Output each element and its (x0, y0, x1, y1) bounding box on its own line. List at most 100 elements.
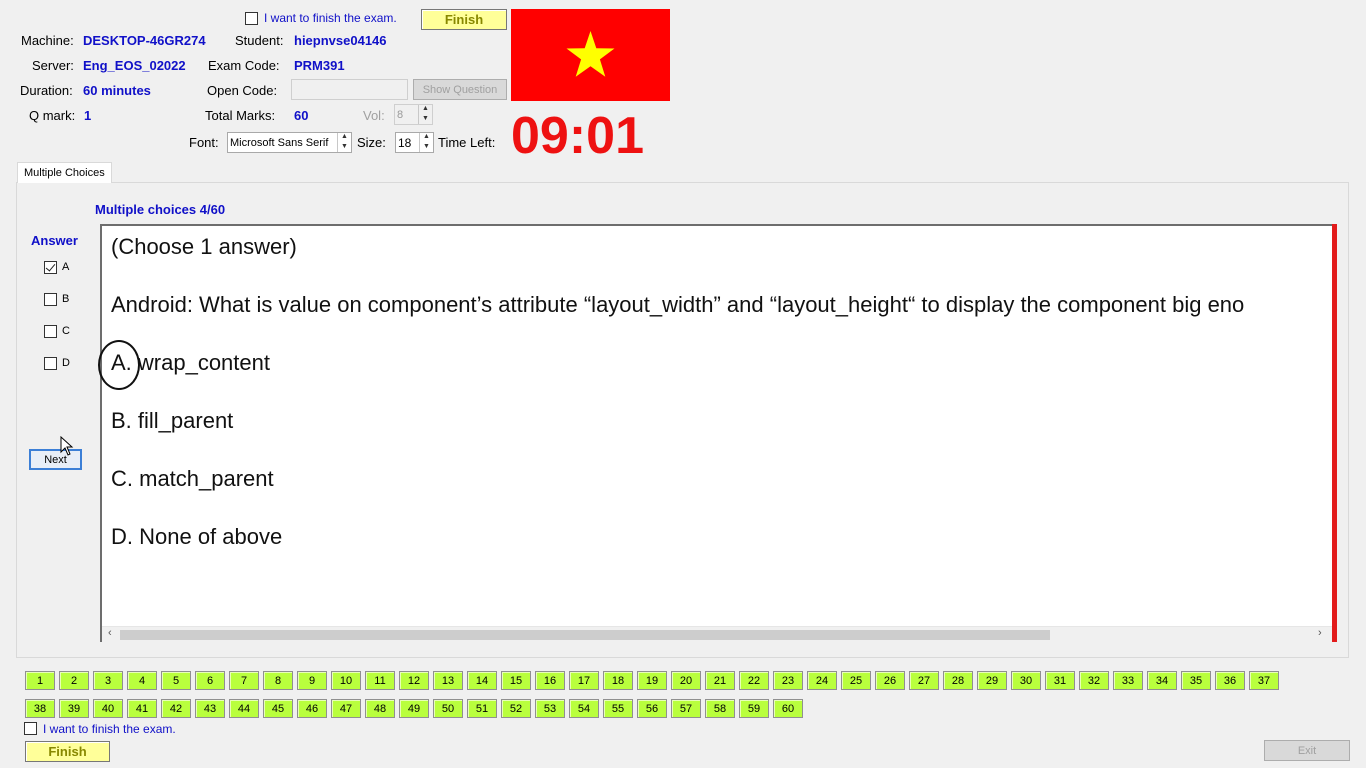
question-nav-button[interactable]: 20 (671, 671, 701, 690)
question-nav-button[interactable]: 46 (297, 699, 327, 718)
tab-multiple-choices[interactable]: Multiple Choices (17, 162, 112, 183)
answer-c-label: C (62, 325, 70, 337)
question-nav-button[interactable]: 23 (773, 671, 803, 690)
question-nav-button[interactable]: 1 (25, 671, 55, 690)
question-nav-button[interactable]: 16 (535, 671, 565, 690)
question-nav-button[interactable]: 41 (127, 699, 157, 718)
spin-down-icon[interactable]: ▼ (338, 143, 351, 153)
finish-button-bottom[interactable]: Finish (25, 741, 110, 762)
question-nav-button[interactable]: 47 (331, 699, 361, 718)
question-nav-button[interactable]: 17 (569, 671, 599, 690)
mouse-cursor-icon (60, 436, 74, 456)
spin-down-icon[interactable]: ▼ (419, 115, 432, 125)
question-nav-button[interactable]: 42 (161, 699, 191, 718)
question-nav-button[interactable]: 40 (93, 699, 123, 718)
question-nav-button[interactable]: 24 (807, 671, 837, 690)
question-nav-button[interactable]: 31 (1045, 671, 1075, 690)
question-nav-button[interactable]: 22 (739, 671, 769, 690)
spin-up-icon[interactable]: ▲ (419, 105, 432, 115)
next-button[interactable]: Next (29, 449, 82, 470)
question-nav-button[interactable]: 21 (705, 671, 735, 690)
right-red-border (1332, 224, 1337, 642)
question-nav-button[interactable]: 15 (501, 671, 531, 690)
scroll-left-icon[interactable]: ‹ (108, 627, 112, 639)
answer-a-checkbox[interactable] (44, 261, 57, 274)
question-nav-button[interactable]: 56 (637, 699, 667, 718)
question-nav-button[interactable]: 60 (773, 699, 803, 718)
countdown-timer: 09:01 (511, 107, 644, 165)
answer-b-checkbox[interactable] (44, 293, 57, 306)
question-nav-button[interactable]: 48 (365, 699, 395, 718)
question-nav-button[interactable]: 3 (93, 671, 123, 690)
question-nav-button[interactable]: 9 (297, 671, 327, 690)
show-question-button[interactable]: Show Question (413, 79, 507, 100)
exit-button[interactable]: Exit (1264, 740, 1350, 761)
question-nav-button[interactable]: 50 (433, 699, 463, 718)
question-nav-button[interactable]: 53 (535, 699, 565, 718)
vol-spinner[interactable]: 8 ▲ ▼ (394, 104, 433, 125)
open-code-input[interactable] (291, 79, 408, 100)
question-nav-button[interactable]: 32 (1079, 671, 1109, 690)
question-nav-button[interactable]: 34 (1147, 671, 1177, 690)
scroll-right-icon[interactable]: › (1318, 627, 1322, 639)
answer-heading: Answer (31, 233, 78, 248)
question-counter: Multiple choices 4/60 (95, 202, 226, 217)
question-nav-button[interactable]: 14 (467, 671, 497, 690)
question-nav-button[interactable]: 12 (399, 671, 429, 690)
question-nav-button[interactable]: 2 (59, 671, 89, 690)
question-nav-button[interactable]: 58 (705, 699, 735, 718)
question-nav-button[interactable]: 33 (1113, 671, 1143, 690)
question-nav-button[interactable]: 55 (603, 699, 633, 718)
question-nav-button[interactable]: 11 (365, 671, 395, 690)
question-nav-button[interactable]: 51 (467, 699, 497, 718)
question-nav-button[interactable]: 28 (943, 671, 973, 690)
question-nav-button[interactable]: 43 (195, 699, 225, 718)
question-nav-button[interactable]: 49 (399, 699, 429, 718)
question-nav-button[interactable]: 38 (25, 699, 55, 718)
question-nav-button[interactable]: 59 (739, 699, 769, 718)
star-icon (566, 31, 615, 77)
student-label: Student: (235, 33, 284, 48)
finish-exam-checkbox-bottom[interactable] (24, 722, 37, 735)
answer-d-checkbox[interactable] (44, 357, 57, 370)
question-nav-button[interactable]: 4 (127, 671, 157, 690)
question-nav-button[interactable]: 52 (501, 699, 531, 718)
question-nav-button[interactable]: 35 (1181, 671, 1211, 690)
question-nav-button[interactable]: 26 (875, 671, 905, 690)
horizontal-scrollbar[interactable]: ‹ › (102, 626, 1332, 642)
exam-code-value: PRM391 (294, 58, 345, 73)
question-nav-button[interactable]: 44 (229, 699, 259, 718)
font-select[interactable]: Microsoft Sans Serif ▲ ▼ (227, 132, 352, 153)
question-nav-button[interactable]: 54 (569, 699, 599, 718)
question-nav-button[interactable]: 18 (603, 671, 633, 690)
size-spinner[interactable]: 18 ▲ ▼ (395, 132, 434, 153)
question-nav-button[interactable]: 39 (59, 699, 89, 718)
question-nav-button[interactable]: 25 (841, 671, 871, 690)
finish-button-top[interactable]: Finish (421, 9, 507, 30)
question-nav-button[interactable]: 7 (229, 671, 259, 690)
question-nav-button[interactable]: 36 (1215, 671, 1245, 690)
finish-exam-checkbox-top[interactable] (245, 12, 258, 25)
spin-up-icon[interactable]: ▲ (420, 133, 433, 143)
question-nav-button[interactable]: 30 (1011, 671, 1041, 690)
finish-exam-label-top: I want to finish the exam. (264, 11, 397, 25)
question-nav-button[interactable]: 8 (263, 671, 293, 690)
font-value: Microsoft Sans Serif (230, 136, 329, 149)
question-nav-button[interactable]: 57 (671, 699, 701, 718)
question-nav-button[interactable]: 6 (195, 671, 225, 690)
answer-c-checkbox[interactable] (44, 325, 57, 338)
question-nav-button[interactable]: 5 (161, 671, 191, 690)
spin-down-icon[interactable]: ▼ (420, 143, 433, 153)
answer-d-label: D (62, 357, 70, 369)
question-nav-button[interactable]: 45 (263, 699, 293, 718)
question-nav-button[interactable]: 10 (331, 671, 361, 690)
question-nav-button[interactable]: 27 (909, 671, 939, 690)
scrollbar-thumb[interactable] (120, 630, 1050, 640)
question-text-box[interactable]: (Choose 1 answer) Android: What is value… (100, 224, 1337, 642)
question-nav-button[interactable]: 19 (637, 671, 667, 690)
spin-up-icon[interactable]: ▲ (338, 133, 351, 143)
question-nav-button[interactable]: 37 (1249, 671, 1279, 690)
question-nav-button[interactable]: 29 (977, 671, 1007, 690)
question-stem: Android: What is value on component’s at… (111, 292, 1245, 317)
question-nav-button[interactable]: 13 (433, 671, 463, 690)
